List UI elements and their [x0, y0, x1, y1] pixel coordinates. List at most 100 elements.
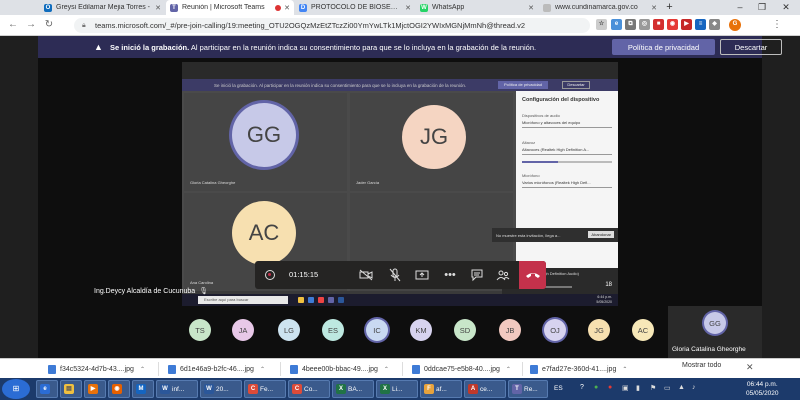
tray-icon[interactable]: ▣ — [622, 384, 629, 392]
tab-teams[interactable]: T Reunión | Microsoft Teams ✕ — [166, 0, 294, 15]
close-tab-icon[interactable]: ✕ — [155, 4, 161, 12]
extension-icon[interactable]: ▶ — [681, 19, 692, 30]
taskbar-app[interactable]: ◉ — [108, 380, 130, 398]
participant-avatar[interactable]: SD — [454, 319, 476, 341]
participant-avatar[interactable]: KM — [410, 319, 432, 341]
close-downloads-icon[interactable]: ✕ — [746, 362, 754, 373]
chevron-up-icon[interactable]: ⌃ — [260, 366, 265, 373]
profile-avatar[interactable]: G — [729, 19, 741, 31]
download-item[interactable]: f34c5324-4d7b-43....jpg ⌃ — [48, 362, 145, 376]
maximize-button[interactable]: ❐ — [752, 0, 772, 15]
extension-icon[interactable]: ◉ — [667, 19, 678, 30]
taskbar-app-chrome[interactable]: C Fe... — [244, 380, 286, 398]
more-actions-button[interactable]: ••• — [441, 266, 459, 284]
show-all-downloads-link[interactable]: Mostrar todo — [682, 362, 721, 369]
extension-icon[interactable]: ■ — [653, 19, 664, 30]
chevron-up-icon[interactable]: ⌃ — [384, 366, 389, 373]
back-arrow-icon[interactable]: ← — [6, 18, 20, 32]
panel-select: Altavoces (Realtek High Definition A... — [522, 147, 612, 155]
taskbar-app-word[interactable]: W 20... — [200, 380, 242, 398]
tab-protocolo[interactable]: D PROTOCOLO DE BIOSEGURIDAD ✕ — [295, 0, 415, 15]
tab-cundinamarca[interactable]: www.cundinamarca.gov.co ✕ — [539, 0, 661, 15]
signal-icon[interactable]: ▲ — [678, 384, 685, 391]
close-window-button[interactable]: ✕ — [776, 0, 796, 15]
extension-icon[interactable]: ≡ — [695, 19, 706, 30]
word-icon: W — [204, 384, 214, 394]
language-indicator[interactable]: ES — [554, 385, 563, 392]
participants-button[interactable] — [494, 266, 512, 284]
new-tab-button[interactable]: + — [663, 1, 676, 14]
recording-indicator-icon — [275, 4, 282, 11]
participant-avatar[interactable]: OJ — [544, 319, 566, 341]
taskbar-clock[interactable]: 06:44 p.m. 05/05/2020 — [746, 380, 779, 398]
extension-icon[interactable]: e — [611, 19, 622, 30]
star-icon[interactable]: ☆ — [596, 19, 607, 30]
participant-avatar[interactable]: JA — [232, 319, 254, 341]
participant-avatar[interactable]: TS — [189, 319, 211, 341]
download-item[interactable]: 6d1e46a9-b2fc-46....jpg ⌃ — [168, 362, 265, 376]
address-bar[interactable]: 🔒︎ teams.microsoft.com/_#/pre-join-calli… — [74, 18, 590, 33]
start-button[interactable]: ⊞ — [2, 379, 30, 399]
help-icon[interactable]: ? — [580, 384, 584, 391]
taskbar-app[interactable]: ▶ — [84, 380, 106, 398]
presenter-label: Ing.Deycy Alcaldía de Cucunuba 🎙︎ — [94, 287, 208, 296]
taskbar-app-excel[interactable]: X BA... — [332, 380, 374, 398]
extension-icon[interactable]: ⧉ — [625, 19, 636, 30]
tray-icon[interactable]: ● — [608, 384, 612, 391]
tray-icon[interactable]: ● — [594, 384, 598, 391]
dismiss-button[interactable]: Descartar — [720, 39, 782, 55]
participant-avatar[interactable]: AC — [632, 319, 654, 341]
hang-up-button[interactable] — [519, 261, 546, 289]
taskbar-app[interactable]: ▤ — [60, 380, 82, 398]
taskbar-app[interactable]: e — [36, 380, 58, 398]
flag-icon[interactable]: ⚑ — [650, 384, 656, 392]
network-icon[interactable]: ▮ — [636, 384, 640, 392]
word-icon: W — [160, 384, 170, 394]
taskbar-app-folder[interactable]: Faf... — [420, 380, 462, 398]
close-tab-icon[interactable]: ✕ — [528, 4, 534, 12]
mic-off-button[interactable] — [386, 266, 404, 284]
reload-icon[interactable]: ↻ — [42, 18, 56, 32]
download-item[interactable]: 0ddcae75-e5b8-40....jpg ⌃ — [412, 362, 511, 376]
participant-avatar[interactable]: IC — [366, 319, 388, 341]
camera-off-button[interactable] — [357, 266, 375, 284]
forward-arrow-icon[interactable]: → — [24, 18, 38, 32]
popup-text: No muestre esta invitación, llega a... — [496, 232, 561, 238]
chat-button[interactable] — [468, 266, 486, 284]
shared-banner-text: Se inició la grabación. Al participar en… — [214, 82, 467, 88]
menu-dots-icon[interactable]: ⋮ — [770, 18, 784, 32]
tab-outlook[interactable]: O Greysi Edilamar Mejia Torres - ✕ — [40, 0, 165, 15]
participant-avatar[interactable]: JB — [499, 319, 521, 341]
tab-title: Reunión | Microsoft Teams — [182, 4, 265, 11]
participant-avatar[interactable]: JG — [588, 319, 610, 341]
volume-icon[interactable]: ♪ — [692, 384, 696, 391]
word-icon — [338, 297, 344, 303]
chevron-up-icon[interactable]: ⌃ — [506, 366, 511, 373]
taskbar-app[interactable]: M — [132, 380, 154, 398]
taskbar-app-excel[interactable]: X Li... — [376, 380, 418, 398]
minimize-button[interactable]: – — [730, 0, 750, 15]
chevron-up-icon[interactable]: ⌃ — [622, 366, 627, 373]
close-tab-icon[interactable]: ✕ — [405, 4, 411, 12]
share-screen-button[interactable] — [413, 266, 431, 284]
taskbar-app-pdf[interactable]: Ace... — [464, 380, 506, 398]
close-tab-icon[interactable]: ✕ — [651, 4, 657, 12]
participant-strip: TS JA LG ES IC KM SD JB OJ JG AC GG Glor… — [38, 306, 762, 358]
self-name: Gloria Catalina Gheorghe — [672, 346, 746, 353]
meeting-stage: Se inició la grabación. Al participar en… — [38, 58, 762, 306]
taskbar-app-word[interactable]: Winf... — [156, 380, 198, 398]
extension-icon[interactable]: ◆ — [709, 19, 720, 30]
participant-avatar[interactable]: LG — [278, 319, 300, 341]
download-item[interactable]: 4beee00b-bbac-49....jpg ⌃ — [290, 362, 389, 376]
teams-icon: T — [512, 384, 522, 394]
close-tab-icon[interactable]: ✕ — [284, 4, 290, 12]
tab-whatsapp[interactable]: W WhatsApp ✕ — [416, 0, 538, 15]
extension-icon[interactable]: ◎ — [639, 19, 650, 30]
participant-avatar[interactable]: ES — [322, 319, 344, 341]
privacy-policy-button[interactable]: Política de privacidad — [612, 39, 715, 55]
download-item[interactable]: e7fad27e-360d-41....jpg ⌃ — [530, 362, 627, 376]
battery-icon[interactable]: ▭ — [664, 384, 671, 392]
taskbar-app-teams[interactable]: T Re... — [508, 380, 548, 398]
taskbar-app-chrome[interactable]: C Co... — [288, 380, 330, 398]
chevron-up-icon[interactable]: ⌃ — [140, 366, 145, 373]
